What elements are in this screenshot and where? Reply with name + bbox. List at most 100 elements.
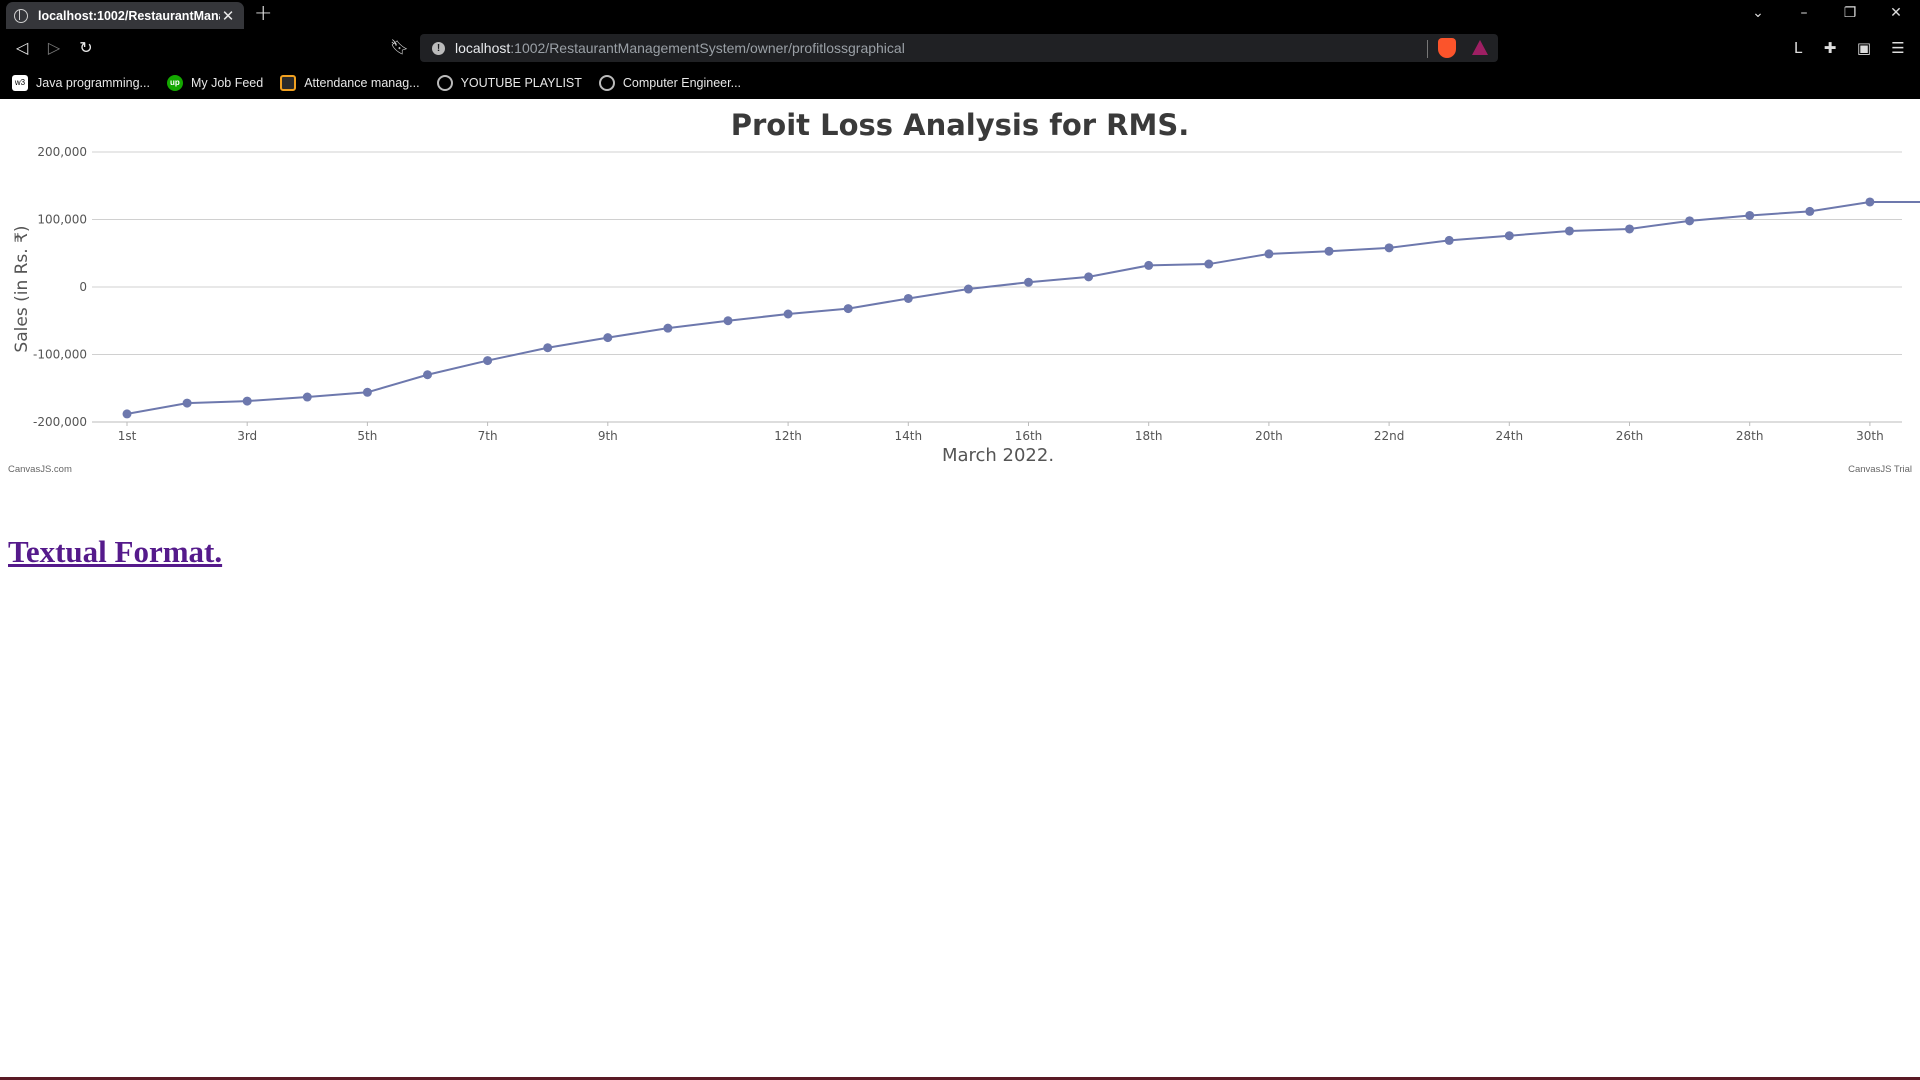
bookmark-java-programming[interactable]: w3 Java programming... bbox=[12, 74, 150, 91]
x-tick-label: 12th bbox=[774, 429, 802, 443]
globe-icon bbox=[598, 74, 615, 91]
data-point bbox=[302, 392, 312, 402]
data-point bbox=[1444, 235, 1454, 245]
data-point bbox=[603, 333, 613, 343]
bookmark-attendance[interactable]: Attendance manag... bbox=[280, 74, 420, 91]
data-point bbox=[783, 309, 793, 319]
active-tab[interactable]: localhost:1002/RestaurantManagementSyste… bbox=[6, 2, 244, 29]
data-point bbox=[122, 409, 132, 419]
x-axis-title: March 2022. bbox=[941, 445, 1055, 466]
globe-icon bbox=[14, 8, 28, 23]
chart-plot: 200,000 100,000 0 -100,000 -200,000 1st 3rd 5th… bbox=[33, 145, 1920, 443]
x-tick-label: 16th bbox=[1015, 429, 1043, 443]
tab-strip: localhost:1002/RestaurantManagementSyste… bbox=[0, 0, 1920, 29]
bookmark-computer-engineer[interactable]: Computer Engineer... bbox=[598, 74, 742, 91]
tab-search-icon[interactable]: ⌄ bbox=[1748, 4, 1768, 22]
bookmark-label: Java programming... bbox=[36, 75, 150, 90]
y-tick-label: -200,000 bbox=[33, 415, 87, 429]
bookmark-label: My Job Feed bbox=[190, 75, 264, 90]
reload-icon[interactable]: ↻ bbox=[75, 37, 97, 59]
forward-icon[interactable]: ▷ bbox=[43, 37, 65, 59]
data-point bbox=[242, 396, 252, 406]
page-content: Proit Loss Analysis for RMS. 200,000 100,… bbox=[0, 99, 1920, 1080]
data-point bbox=[182, 398, 192, 408]
bookmark-label: Attendance manag... bbox=[304, 75, 420, 90]
y-tick-label: 100,000 bbox=[37, 213, 87, 227]
restore-icon[interactable]: ❐ bbox=[1840, 4, 1860, 22]
bookmark-youtube-playlist[interactable]: YOUTUBE PLAYLIST bbox=[436, 74, 582, 91]
data-point bbox=[1084, 272, 1094, 282]
data-point bbox=[362, 387, 372, 397]
data-point bbox=[1204, 259, 1214, 269]
data-point bbox=[1024, 277, 1033, 287]
textual-format-link[interactable]: Textual Format. bbox=[8, 534, 222, 570]
tab-title: localhost:1002/RestaurantManagementSyste… bbox=[38, 8, 220, 23]
data-point bbox=[1805, 206, 1815, 216]
profit-loss-chart: Proit Loss Analysis for RMS. 200,000 100,… bbox=[0, 99, 1920, 479]
globe-icon bbox=[436, 74, 453, 91]
omnibox-divider bbox=[1427, 40, 1428, 58]
series-line bbox=[126, 200, 1920, 415]
x-tick-label: 30th bbox=[1856, 429, 1884, 443]
brave-shields-icon[interactable] bbox=[1438, 38, 1456, 58]
y-axis-title: Sales (in Rs. ₹) bbox=[12, 225, 32, 353]
y-tick-label: -100,000 bbox=[33, 348, 87, 362]
data-point bbox=[1685, 216, 1695, 226]
data-point bbox=[1745, 210, 1755, 220]
bookmarks-bar: w3 Java programming... up My Job Feed At… bbox=[0, 66, 1920, 99]
bookmark-my-job-feed[interactable]: up My Job Feed bbox=[166, 74, 264, 91]
minimize-icon[interactable]: – bbox=[1794, 4, 1814, 22]
url-path: :1002/RestaurantManagementSystem/owner/p… bbox=[510, 40, 905, 56]
x-tick-label: 22nd bbox=[1374, 429, 1405, 443]
x-tick-label: 26th bbox=[1616, 429, 1644, 443]
x-tick-label: 14th bbox=[895, 429, 923, 443]
bookmark-label: YOUTUBE PLAYLIST bbox=[460, 75, 582, 90]
close-tab-icon[interactable]: ✕ bbox=[220, 7, 236, 25]
browser-toolbar: ◁ ▷ ↻ ! localhost:1002/RestaurantManagem… bbox=[0, 29, 1920, 66]
data-point bbox=[903, 293, 913, 303]
bookmark-icon[interactable]: 🔖︎ bbox=[390, 38, 409, 56]
extensions-puzzle-icon[interactable]: ✚ bbox=[1820, 38, 1840, 58]
new-tab-icon[interactable]: + bbox=[254, 3, 272, 25]
data-point bbox=[423, 370, 432, 380]
data-point bbox=[1865, 197, 1875, 207]
canvasjs-trial-label: CanvasJS Trial bbox=[1848, 464, 1912, 475]
data-point bbox=[1324, 246, 1334, 256]
data-point bbox=[543, 343, 553, 353]
data-point bbox=[843, 304, 853, 314]
menu-icon[interactable]: ☰ bbox=[1888, 38, 1908, 58]
x-tick-label: 18th bbox=[1135, 429, 1163, 443]
data-point bbox=[1264, 249, 1274, 259]
url-text: localhost:1002/RestaurantManagementSyste… bbox=[455, 40, 905, 56]
w3schools-icon: w3 bbox=[12, 74, 28, 91]
data-point bbox=[1625, 224, 1634, 234]
x-tick-label: 24th bbox=[1496, 429, 1524, 443]
wallet-icon[interactable]: ▣ bbox=[1854, 38, 1874, 58]
data-point bbox=[1564, 226, 1574, 236]
x-tick-label: 1st bbox=[118, 429, 137, 443]
x-tick-label: 3rd bbox=[237, 429, 257, 443]
data-point bbox=[1384, 243, 1394, 253]
data-point bbox=[1144, 260, 1154, 270]
data-point bbox=[663, 323, 673, 333]
y-tick-label: 200,000 bbox=[37, 145, 87, 159]
data-point bbox=[483, 356, 493, 366]
canvasjs-credit-link[interactable]: CanvasJS.com bbox=[8, 464, 72, 475]
x-tick-label: 28th bbox=[1736, 429, 1764, 443]
x-tick-label: 5th bbox=[357, 429, 377, 443]
upwork-icon: up bbox=[166, 74, 183, 91]
extension-l-icon[interactable]: L bbox=[1788, 38, 1808, 58]
site-info-icon[interactable]: ! bbox=[432, 41, 445, 55]
close-window-icon[interactable]: ✕ bbox=[1886, 4, 1906, 22]
brave-rewards-icon[interactable] bbox=[1472, 40, 1488, 55]
y-tick-label: 0 bbox=[79, 280, 87, 294]
data-point bbox=[723, 316, 733, 326]
data-point bbox=[1504, 231, 1514, 241]
data-point bbox=[963, 284, 973, 294]
address-bar[interactable]: ! localhost:1002/RestaurantManagementSys… bbox=[420, 34, 1498, 62]
x-tick-label: 9th bbox=[598, 429, 618, 443]
attendance-icon bbox=[280, 74, 297, 91]
url-host: localhost bbox=[455, 40, 511, 56]
back-icon[interactable]: ◁ bbox=[11, 37, 33, 59]
bookmark-label: Computer Engineer... bbox=[622, 75, 742, 90]
